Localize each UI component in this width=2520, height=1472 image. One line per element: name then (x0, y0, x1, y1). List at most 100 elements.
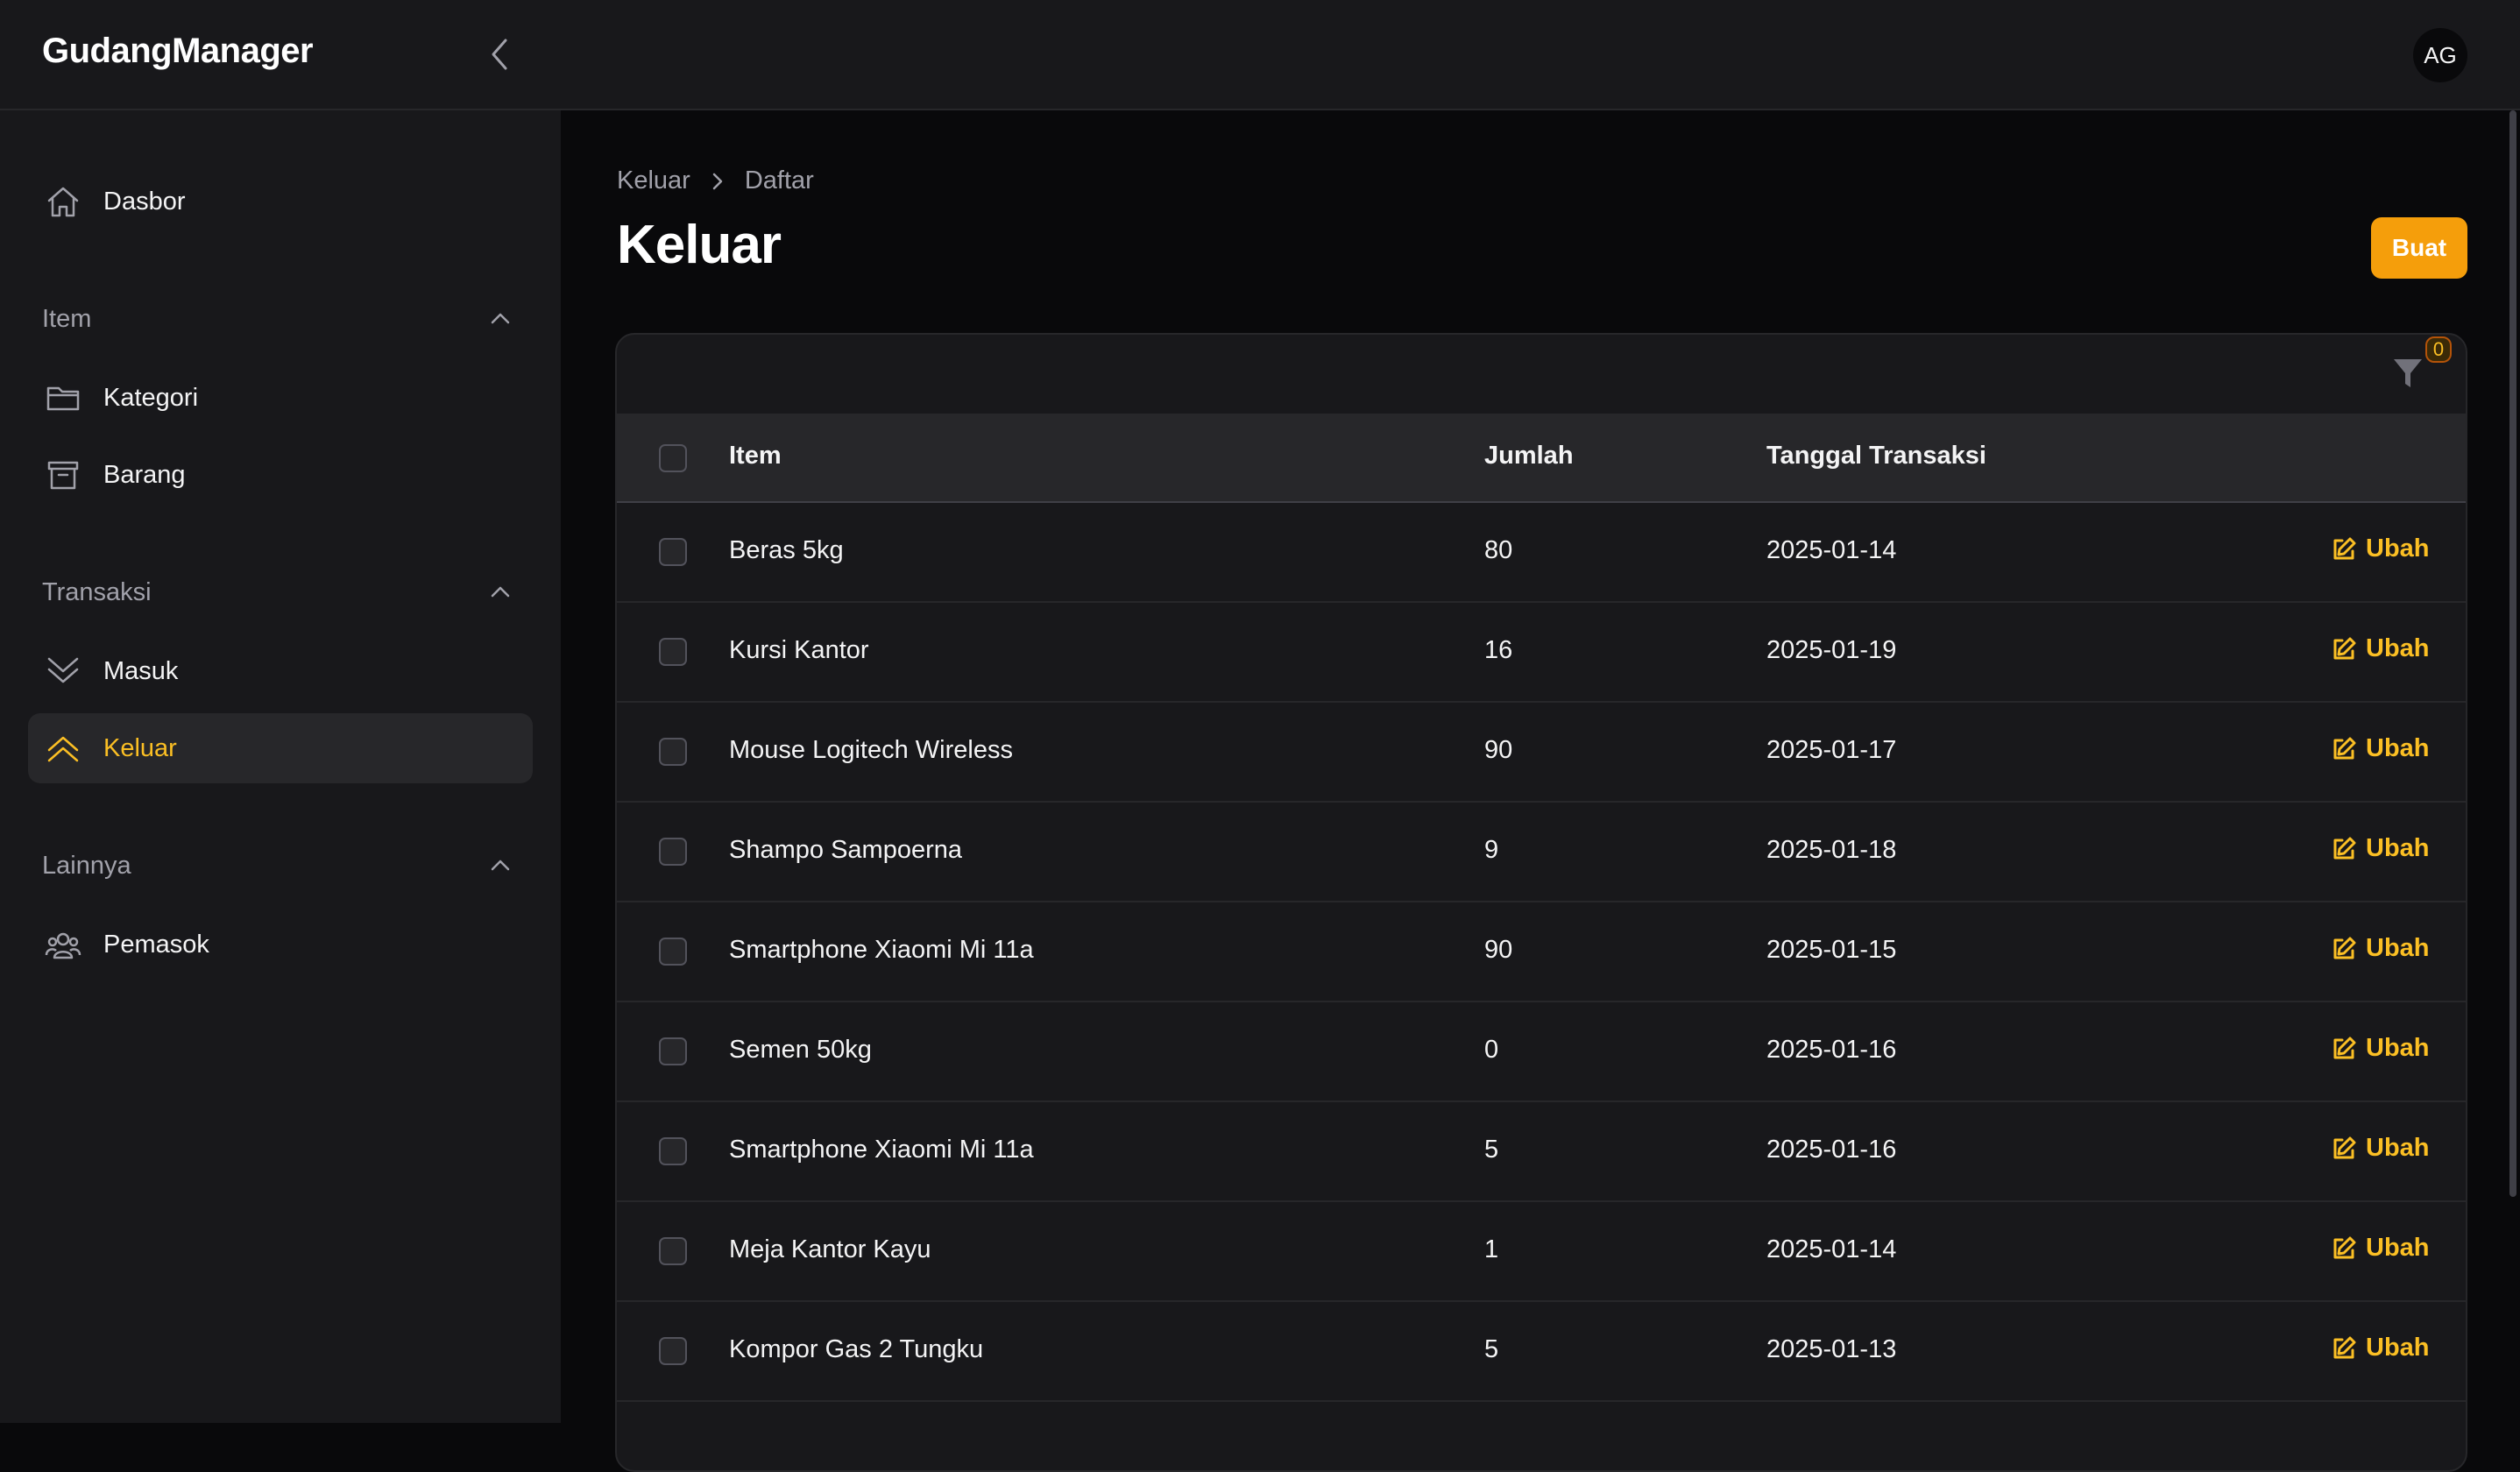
sidebar-item-dashboard[interactable]: Dasbor (28, 166, 533, 237)
edit-button[interactable]: Ubah (2331, 1134, 2430, 1163)
cell-tanggal: 2025-01-16 (1766, 1036, 1897, 1064)
sidebar-item-masuk[interactable]: Masuk (28, 636, 533, 706)
cell-item: Meja Kantor Kayu (729, 1235, 931, 1263)
cell-tanggal: 2025-01-19 (1766, 636, 1897, 664)
chevron-up-icon (491, 313, 510, 324)
edit-button[interactable]: Ubah (2331, 1034, 2430, 1063)
chevron-double-up-icon (44, 729, 82, 768)
table-row: Semen 50kg 0 2025-01-16 Ubah (617, 1002, 2466, 1102)
chevron-up-icon (491, 860, 510, 871)
cell-item: Kompor Gas 2 Tungku (729, 1335, 984, 1363)
pencil-square-icon (2331, 1235, 2357, 1262)
column-header-jumlah[interactable]: Jumlah (1484, 442, 1574, 471)
edit-label: Ubah (2366, 734, 2430, 762)
pencil-square-icon (2331, 1335, 2357, 1362)
chevron-left-icon (492, 39, 507, 70)
cell-jumlah: 5 (1484, 1335, 1499, 1363)
cell-tanggal: 2025-01-14 (1766, 536, 1897, 564)
sidebar-item-pemasok[interactable]: Pemasok (28, 909, 533, 980)
data-table: 0 Item Jumlah Tanggal Transaksi Beras 5k… (615, 333, 2467, 1472)
edit-label: Ubah (2366, 634, 2430, 662)
chevron-up-icon (491, 586, 510, 598)
breadcrumb-item-daftar: Daftar (744, 166, 814, 195)
cell-tanggal: 2025-01-13 (1766, 1335, 1897, 1363)
collapse-sidebar-button[interactable] (482, 35, 517, 74)
row-checkbox[interactable] (659, 638, 687, 666)
sidebar-item-label: Pemasok (103, 930, 209, 959)
pencil-square-icon (2331, 636, 2357, 662)
cell-tanggal: 2025-01-17 (1766, 736, 1897, 764)
edit-button[interactable]: Ubah (2331, 934, 2430, 963)
row-checkbox[interactable] (659, 1137, 687, 1165)
row-checkbox[interactable] (659, 1337, 687, 1365)
cell-tanggal: 2025-01-15 (1766, 936, 1897, 964)
row-checkbox[interactable] (659, 1237, 687, 1265)
column-header-item[interactable]: Item (729, 442, 782, 471)
row-checkbox[interactable] (659, 738, 687, 766)
edit-button[interactable]: Ubah (2331, 1334, 2430, 1362)
edit-label: Ubah (2366, 1334, 2430, 1362)
chevron-right-icon (711, 172, 724, 191)
chevron-double-down-icon (44, 652, 82, 690)
collapse-group-lainnya-button[interactable] (487, 852, 513, 878)
cell-item: Mouse Logitech Wireless (729, 736, 1013, 764)
sidebar-item-label: Barang (103, 460, 186, 489)
group-label-transaksi: Transaksi (42, 578, 152, 606)
pencil-square-icon (2331, 836, 2357, 862)
cell-jumlah: 1 (1484, 1235, 1499, 1263)
archive-box-icon (44, 456, 82, 494)
pencil-square-icon (2331, 736, 2357, 762)
row-checkbox[interactable] (659, 538, 687, 566)
edit-label: Ubah (2366, 1234, 2430, 1262)
table-row: Kompor Gas 2 Tungku 5 2025-01-13 Ubah (617, 1302, 2466, 1402)
table-row: Mouse Logitech Wireless 90 2025-01-17 Ub… (617, 703, 2466, 803)
cell-jumlah: 9 (1484, 836, 1499, 864)
row-checkbox[interactable] (659, 838, 687, 866)
home-icon (44, 182, 82, 221)
edit-label: Ubah (2366, 1034, 2430, 1062)
edit-button[interactable]: Ubah (2331, 534, 2430, 563)
pencil-square-icon (2331, 936, 2357, 962)
cell-tanggal: 2025-01-18 (1766, 836, 1897, 864)
edit-button[interactable]: Ubah (2331, 834, 2430, 863)
cell-item: Smartphone Xiaomi Mi 11a (729, 936, 1034, 964)
select-all-checkbox[interactable] (659, 444, 687, 472)
sidebar-item-label: Masuk (103, 656, 179, 685)
edit-button[interactable]: Ubah (2331, 734, 2430, 763)
cell-item: Smartphone Xiaomi Mi 11a (729, 1136, 1034, 1164)
top-bar: GudangManager AG (0, 0, 2520, 110)
folder-icon (44, 379, 82, 417)
edit-button[interactable]: Ubah (2331, 1234, 2430, 1263)
breadcrumb: Keluar Daftar (617, 166, 814, 195)
table-toolbar: 0 (617, 335, 2466, 415)
sidebar-item-kategori[interactable]: Kategori (28, 363, 533, 433)
table-row: Beras 5kg 80 2025-01-14 Ubah (617, 503, 2466, 603)
cell-jumlah: 5 (1484, 1136, 1499, 1164)
sidebar-item-barang[interactable]: Barang (28, 440, 533, 510)
row-checkbox[interactable] (659, 938, 687, 966)
collapse-group-transaksi-button[interactable] (487, 578, 513, 605)
sidebar-item-keluar[interactable]: Keluar (28, 713, 533, 783)
user-avatar[interactable]: AG (2413, 28, 2467, 82)
cell-item: Shampo Sampoerna (729, 836, 962, 864)
filter-button[interactable] (2392, 356, 2427, 394)
pencil-square-icon (2331, 536, 2357, 563)
cell-item: Beras 5kg (729, 536, 844, 564)
funnel-icon (2394, 359, 2422, 387)
create-button[interactable]: Buat (2371, 217, 2467, 279)
sidebar-item-label: Kategori (103, 383, 199, 412)
cell-jumlah: 90 (1484, 936, 1513, 964)
brand-logo[interactable]: GudangManager (42, 32, 314, 71)
edit-button[interactable]: Ubah (2331, 634, 2430, 663)
table-row: Shampo Sampoerna 9 2025-01-18 Ubah (617, 803, 2466, 902)
edit-label: Ubah (2366, 934, 2430, 962)
breadcrumb-item-keluar[interactable]: Keluar (617, 166, 690, 195)
filter-count-badge: 0 (2425, 336, 2452, 363)
group-label-lainnya: Lainnya (42, 852, 131, 880)
group-label-item: Item (42, 305, 92, 333)
collapse-group-item-button[interactable] (487, 305, 513, 331)
row-checkbox[interactable] (659, 1037, 687, 1065)
column-header-tanggal[interactable]: Tanggal Transaksi (1766, 442, 1986, 471)
page-scrollbar[interactable] (2509, 110, 2516, 1197)
cell-jumlah: 16 (1484, 636, 1513, 664)
